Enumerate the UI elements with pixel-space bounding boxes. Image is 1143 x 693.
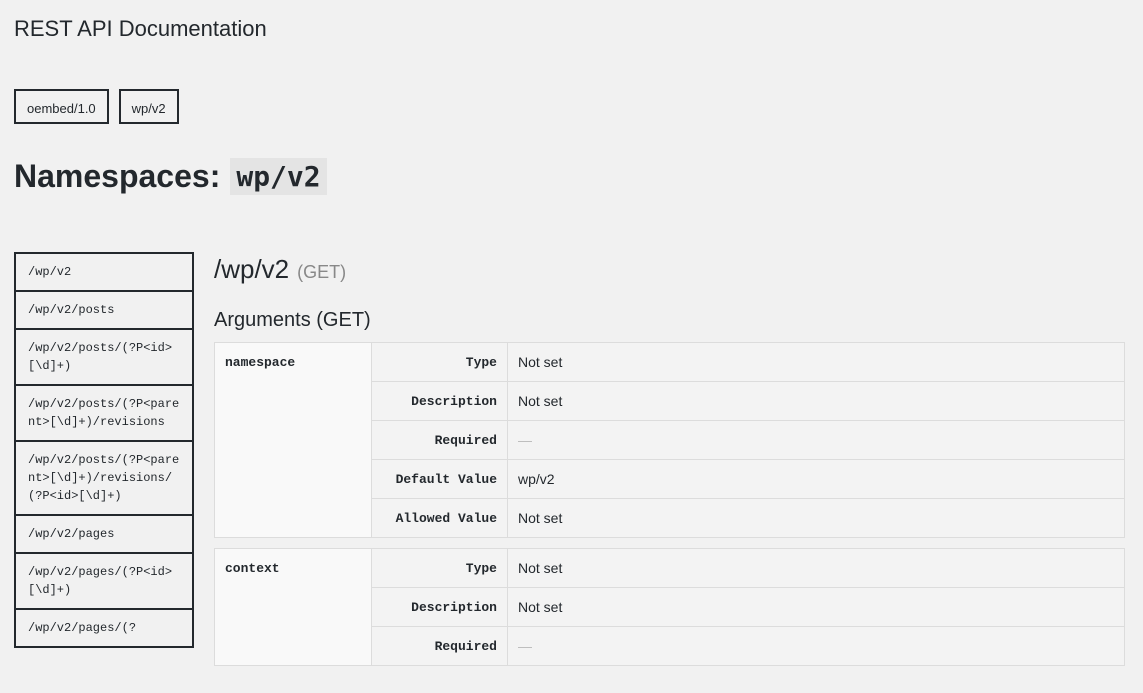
argument-value: Not set	[507, 342, 1125, 382]
route-item[interactable]: /wp/v2/pages/(?P<id>[\d]+)	[16, 554, 192, 610]
argument-value: Not set	[507, 381, 1125, 421]
argument-table-namespace: namespace Type Not set Description Not s…	[214, 342, 1125, 538]
route-method: (GET)	[297, 262, 347, 282]
route-detail: /wp/v2 (GET) Arguments (GET) namespace Ty…	[214, 250, 1126, 666]
argument-key: Allowed Value	[371, 498, 508, 538]
route-item[interactable]: /wp/v2/pages/(?	[16, 610, 192, 646]
argument-key: Type	[371, 342, 508, 382]
argument-value: —	[507, 626, 1125, 666]
route-list: /wp/v2 /wp/v2/posts /wp/v2/posts/(?P<id>…	[14, 252, 194, 648]
argument-key: Required	[371, 420, 508, 460]
argument-key: Description	[371, 381, 508, 421]
route-title: /wp/v2 (GET)	[214, 254, 1126, 285]
argument-value: Not set	[507, 548, 1125, 588]
current-namespace: wp/v2	[230, 158, 327, 195]
route-item[interactable]: /wp/v2/posts/(?P<id>[\d]+)	[16, 330, 192, 386]
route-item[interactable]: /wp/v2/posts	[16, 292, 192, 330]
route-item[interactable]: /wp/v2	[16, 254, 192, 292]
argument-value: —	[507, 420, 1125, 460]
namespace-tab-wp-v2[interactable]: wp/v2	[118, 89, 179, 124]
namespace-heading-label: Namespaces:	[14, 158, 221, 194]
route-item[interactable]: /wp/v2/posts/(?P<parent>[\d]+)/revisions	[16, 386, 192, 442]
namespace-tab-oembed[interactable]: oembed/1.0	[14, 89, 109, 124]
route-item[interactable]: /wp/v2/posts/(?P<parent>[\d]+)/revisions…	[16, 442, 192, 516]
arguments-title: Arguments (GET)	[214, 309, 371, 331]
argument-value: Not set	[507, 587, 1125, 627]
argument-key: Description	[371, 587, 508, 627]
route-item[interactable]: /wp/v2/pages	[16, 516, 192, 554]
argument-key: Required	[371, 626, 508, 666]
argument-key: Default Value	[371, 459, 508, 499]
argument-name: namespace	[214, 342, 372, 538]
namespace-tabs: oembed/1.0 wp/v2	[14, 89, 179, 124]
namespace-heading: Namespaces: wp/v2	[14, 158, 327, 195]
argument-value: wp/v2	[507, 459, 1125, 499]
argument-name: context	[214, 548, 372, 666]
page-title: REST API Documentation	[14, 16, 267, 41]
route-path: /wp/v2	[214, 254, 290, 284]
argument-key: Type	[371, 548, 508, 588]
argument-table-context: context Type Not set Description Not set…	[214, 548, 1125, 666]
argument-value: Not set	[507, 498, 1125, 538]
